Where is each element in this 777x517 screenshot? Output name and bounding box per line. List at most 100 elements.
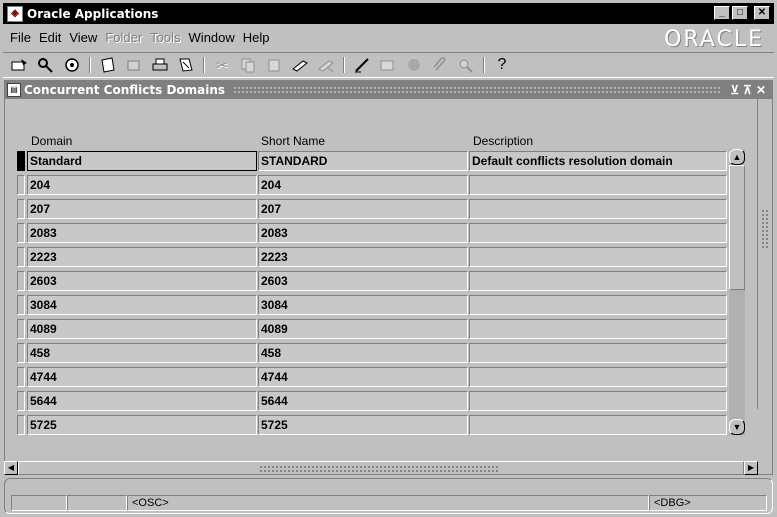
record-indicator[interactable] [17, 295, 25, 315]
short-name-cell[interactable]: 3084 [258, 295, 468, 315]
new-record-icon[interactable] [289, 55, 311, 75]
record-indicator[interactable] [17, 247, 25, 267]
horizontal-scrollbar[interactable]: ◀ ▶ [4, 461, 758, 475]
status-panel: <OSC> <DBG> [4, 478, 773, 514]
domain-cell[interactable]: 458 [27, 343, 257, 363]
description-cell[interactable] [469, 295, 727, 315]
edit-field-icon[interactable] [351, 55, 373, 75]
short-name-cell[interactable]: 4089 [258, 319, 468, 339]
menu-edit[interactable]: Edit [35, 30, 65, 45]
close-form-window-icon[interactable]: ✕ [756, 83, 766, 97]
record-indicator[interactable] [17, 319, 25, 339]
domain-cell[interactable]: 3084 [27, 295, 257, 315]
record-indicator[interactable] [17, 223, 25, 243]
description-cell[interactable] [469, 199, 727, 219]
description-cell[interactable] [469, 343, 727, 363]
domain-cell[interactable]: 2603 [27, 271, 257, 291]
short-name-cell[interactable]: 2223 [258, 247, 468, 267]
form-vertical-scrollbar[interactable] [757, 99, 771, 409]
oracle-logo: ORACLE [664, 27, 764, 52]
short-name-cell[interactable]: 458 [258, 343, 468, 363]
description-cell[interactable] [469, 247, 727, 267]
print-icon[interactable] [149, 55, 171, 75]
description-cell[interactable] [469, 271, 727, 291]
short-name-cell[interactable]: 5725 [258, 415, 468, 435]
domain-cell[interactable]: Standard [27, 151, 257, 171]
oracle-app-icon[interactable]: ◈ [7, 5, 23, 22]
short-name-cell[interactable]: 207 [258, 199, 468, 219]
find-icon[interactable] [35, 55, 57, 75]
help-icon[interactable]: ? [491, 55, 513, 75]
short-name-cell[interactable]: STANDARD [258, 151, 468, 171]
description-cell[interactable] [469, 391, 727, 411]
domain-cell[interactable]: 5725 [27, 415, 257, 435]
minimize-button[interactable]: _ [714, 6, 730, 20]
column-header-short-name: Short Name [261, 134, 326, 148]
description-cell[interactable] [469, 175, 727, 195]
description-cell[interactable]: Default conflicts resolution domain [469, 151, 727, 171]
short-name-cell[interactable]: 2603 [258, 271, 468, 291]
copy-icon [237, 55, 259, 75]
status-osc: <OSC> [127, 495, 649, 511]
maximize-button[interactable]: □ [732, 6, 748, 20]
record-indicator[interactable] [17, 151, 25, 171]
record-indicator[interactable] [17, 367, 25, 387]
navigator-icon[interactable] [61, 55, 83, 75]
menu-tools[interactable]: Tools [146, 30, 184, 45]
short-name-cell[interactable]: 204 [258, 175, 468, 195]
scroll-up-icon[interactable]: ▲ [729, 149, 745, 165]
short-name-cell[interactable]: 5644 [258, 391, 468, 411]
description-cell[interactable] [469, 319, 727, 339]
domain-cell[interactable]: 5644 [27, 391, 257, 411]
record-indicator[interactable] [17, 271, 25, 291]
column-header-description: Description [473, 134, 534, 148]
zoom-icon [377, 55, 399, 75]
menu-bar: File Edit View Folder Tools Window Help … [3, 24, 774, 52]
menu-file[interactable]: File [6, 30, 35, 45]
save-icon[interactable] [97, 55, 119, 75]
menu-folder[interactable]: Folder [101, 30, 146, 45]
record-indicator[interactable] [17, 175, 25, 195]
horizontal-scroll-thumb[interactable] [18, 461, 744, 475]
scroll-down-icon[interactable]: ▼ [729, 419, 745, 435]
description-cell[interactable] [469, 367, 727, 387]
folder-tools-icon [455, 55, 477, 75]
close-form-icon[interactable] [175, 55, 197, 75]
paste-icon [263, 55, 285, 75]
record-indicator[interactable] [17, 415, 25, 435]
domain-cell[interactable]: 204 [27, 175, 257, 195]
form-title: Concurrent Conflicts Domains [24, 83, 226, 97]
attachments-icon [429, 55, 451, 75]
status-dbg: <DBG> [649, 495, 767, 511]
toolbar: ✂ ? [3, 52, 774, 78]
scroll-left-icon[interactable]: ◀ [4, 461, 18, 475]
record-indicator[interactable] [17, 343, 25, 363]
title-bar: ◈ Oracle Applications _ □ ✕ [0, 0, 777, 24]
translations-icon [403, 55, 425, 75]
description-cell[interactable] [469, 223, 727, 243]
record-indicator[interactable] [17, 199, 25, 219]
grid-vertical-scrollbar[interactable]: ▲ ▼ [729, 149, 745, 435]
domain-cell[interactable]: 4089 [27, 319, 257, 339]
menu-view[interactable]: View [65, 30, 101, 45]
record-indicator[interactable] [17, 391, 25, 411]
scroll-right-icon[interactable]: ▶ [744, 461, 758, 475]
description-cell[interactable] [469, 415, 727, 435]
short-name-cell[interactable]: 4744 [258, 367, 468, 387]
domain-cell[interactable]: 207 [27, 199, 257, 219]
menu-help[interactable]: Help [239, 30, 274, 45]
domain-cell[interactable]: 2223 [27, 247, 257, 267]
minimize-form-icon[interactable]: ⊻ [730, 83, 739, 97]
domain-cell[interactable]: 2083 [27, 223, 257, 243]
scroll-thumb[interactable] [729, 165, 745, 290]
form-window: ▤ Concurrent Conflicts Domains ⊻ ⊼ ✕ Dom… [4, 80, 773, 475]
new-icon[interactable] [9, 55, 31, 75]
form-title-bar: ▤ Concurrent Conflicts Domains ⊻ ⊼ ✕ [5, 81, 772, 99]
menu-window[interactable]: Window [185, 30, 239, 45]
domain-cell[interactable]: 4744 [27, 367, 257, 387]
restore-form-icon[interactable]: ⊼ [743, 83, 752, 97]
form-window-icon[interactable]: ▤ [7, 83, 21, 97]
short-name-cell[interactable]: 2083 [258, 223, 468, 243]
close-button[interactable]: ✕ [754, 6, 770, 20]
window-title: Oracle Applications [27, 6, 159, 21]
